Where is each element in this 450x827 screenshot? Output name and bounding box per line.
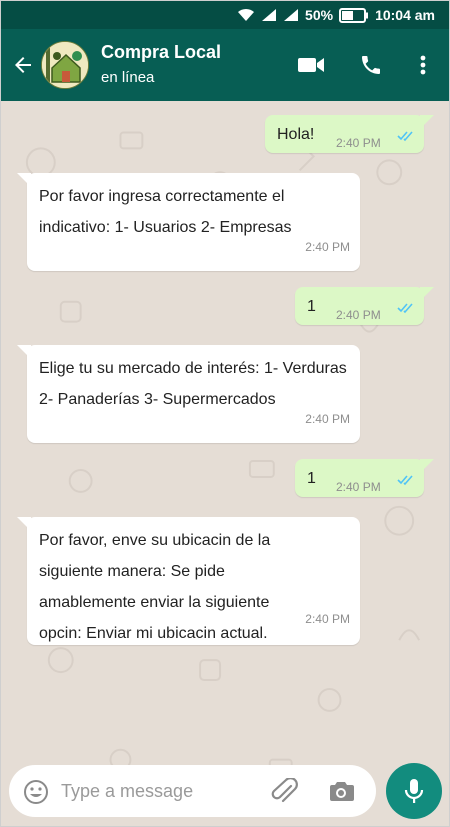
message-time: 2:40 PM [305, 240, 350, 254]
message-time: 2:40 PM [305, 412, 350, 426]
attach-icon[interactable] [269, 777, 299, 811]
message-bubble-outgoing[interactable]: 1 2:40 PM [295, 459, 434, 497]
message-text: Por favor ingresa correctamente el indic… [39, 188, 292, 236]
message-bubble-incoming[interactable]: Por favor, enve su ubicacin de la siguie… [17, 517, 360, 645]
message-list[interactable]: Hola! 2:40 PM Por favor ingresa correcta… [1, 101, 449, 826]
read-receipt-icon [397, 131, 413, 142]
camera-icon[interactable] [327, 779, 355, 808]
contact-status: en línea [101, 69, 155, 86]
phone-call-icon[interactable] [359, 53, 383, 82]
emoji-icon[interactable] [23, 779, 49, 810]
more-options-icon[interactable] [415, 53, 431, 82]
battery-percent: 50% [305, 7, 334, 23]
clock: 10:04 am [375, 7, 435, 23]
battery-icon [339, 7, 369, 23]
message-input[interactable] [61, 777, 251, 805]
message-bubble-incoming[interactable]: Elige tu su mercado de interés: 1- Verdu… [17, 345, 360, 443]
mic-button[interactable] [386, 763, 442, 819]
message-text: 1 [307, 298, 316, 315]
message-bubble-outgoing[interactable]: Hola! 2:40 PM [265, 115, 434, 153]
message-composer [9, 765, 376, 817]
message-text: Elige tu su mercado de interés: 1- Verdu… [39, 360, 347, 408]
message-bubble-outgoing[interactable]: 1 2:40 PM [295, 287, 434, 325]
contact-avatar[interactable] [41, 41, 89, 89]
message-text: Hola! [277, 126, 315, 143]
read-receipt-icon [397, 475, 413, 486]
read-receipt-icon [397, 303, 413, 314]
chat-header: Compra Local en línea [1, 29, 449, 101]
app-window: 50% 10:04 am Compra Local en línea Hola!… [0, 0, 450, 827]
status-bar: 50% 10:04 am [1, 1, 449, 29]
contact-name[interactable]: Compra Local [101, 42, 221, 63]
message-time: 2:40 PM [336, 136, 381, 150]
message-time: 2:40 PM [336, 480, 381, 494]
signal-icon [261, 8, 277, 22]
message-time: 2:40 PM [336, 308, 381, 322]
message-text: 1 [307, 470, 316, 487]
message-bubble-incoming[interactable]: Por favor ingresa correctamente el indic… [17, 173, 360, 271]
message-text: Por favor, enve su ubicacin de la siguie… [39, 532, 271, 642]
wifi-icon [237, 8, 255, 22]
message-time: 2:40 PM [305, 612, 350, 626]
back-arrow-icon[interactable] [11, 53, 35, 77]
microphone-icon [404, 779, 424, 803]
video-call-icon[interactable] [297, 53, 325, 82]
signal-icon-2 [283, 8, 299, 22]
